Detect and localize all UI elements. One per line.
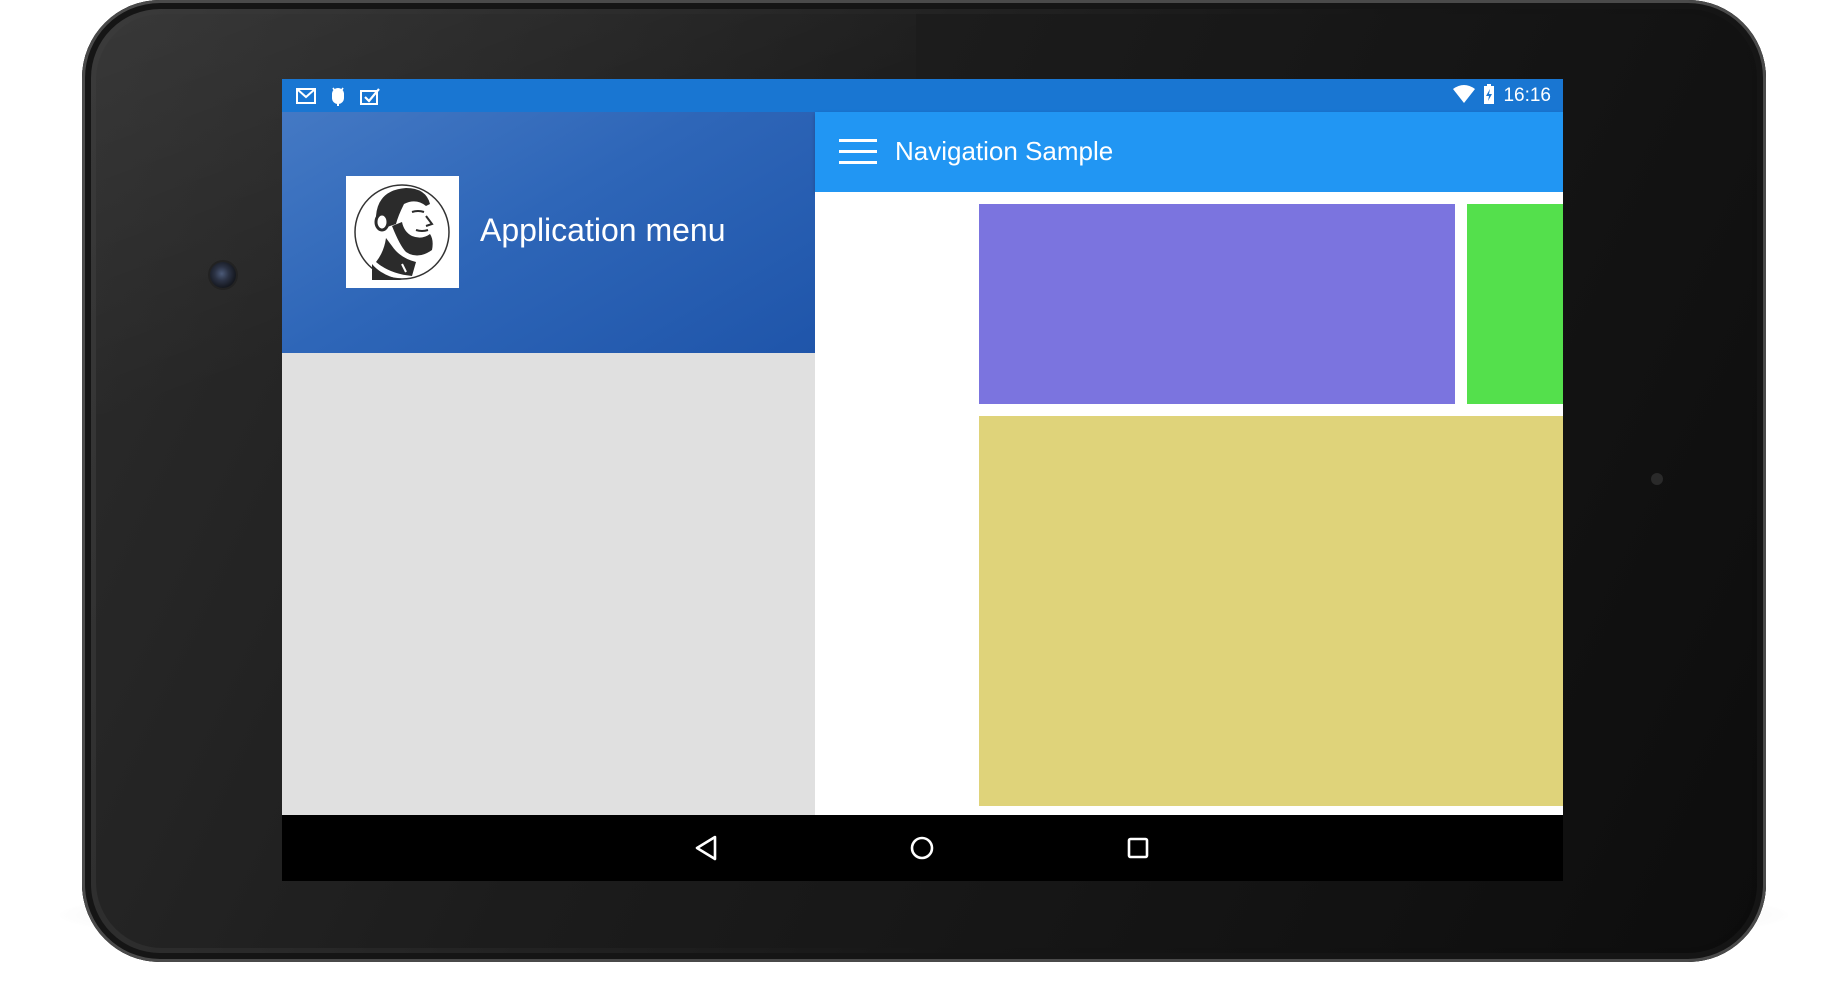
bearded-man-avatar-icon xyxy=(354,184,450,280)
app-bar: Navigation Sample xyxy=(815,112,1563,192)
navigation-drawer[interactable]: Application menu xyxy=(282,112,815,815)
gmail-icon xyxy=(296,86,316,106)
yellow-block[interactable] xyxy=(979,416,1563,806)
status-bar: 16:16 xyxy=(282,79,1563,112)
status-clock: 16:16 xyxy=(1503,85,1551,106)
android-debug-icon xyxy=(328,86,348,106)
light-sensor xyxy=(1651,473,1663,485)
task-check-icon xyxy=(360,86,380,106)
system-status: 16:16 xyxy=(1453,83,1551,109)
system-navigation-bar xyxy=(282,815,1563,881)
wifi-icon xyxy=(1453,84,1476,108)
purple-block[interactable] xyxy=(979,204,1455,404)
device-screen: 16:16 Application menu Navigation Sample xyxy=(282,79,1563,881)
front-camera xyxy=(210,262,236,288)
battery-charging-icon xyxy=(1483,83,1495,109)
back-icon[interactable] xyxy=(686,828,726,868)
drawer-header: Application menu xyxy=(282,112,815,353)
home-icon[interactable] xyxy=(902,828,942,868)
green-block[interactable] xyxy=(1467,204,1563,404)
hamburger-menu-icon[interactable] xyxy=(839,139,877,165)
avatar[interactable] xyxy=(346,176,459,288)
recents-icon[interactable] xyxy=(1118,828,1158,868)
notification-icons xyxy=(296,86,380,106)
page-title: Navigation Sample xyxy=(895,136,1114,166)
drawer-title: Application menu xyxy=(480,212,726,248)
